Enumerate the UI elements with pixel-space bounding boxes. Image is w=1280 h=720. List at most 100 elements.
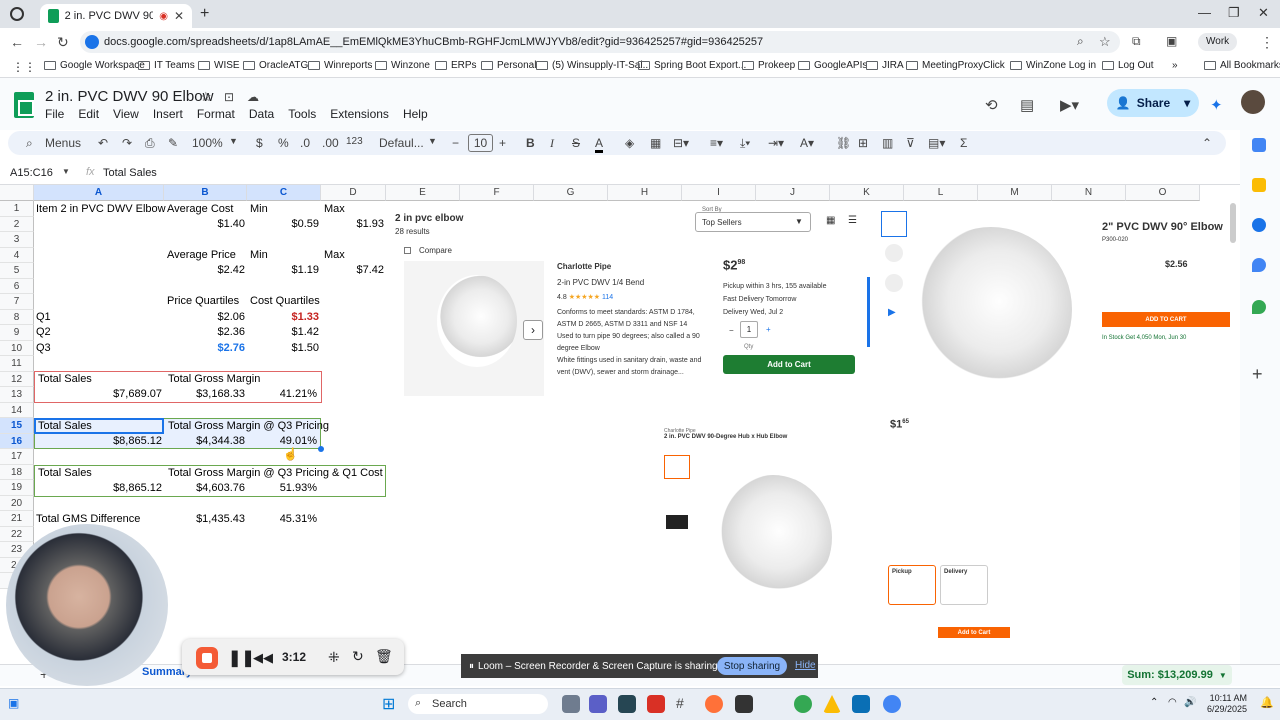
cmd-icon[interactable] — [735, 695, 753, 713]
firefox-icon[interactable] — [705, 695, 723, 713]
row-header[interactable]: 7 — [0, 294, 34, 310]
percent-format[interactable]: % — [278, 136, 289, 150]
tray-overflow-icon[interactable]: ⌃ — [1150, 697, 1158, 708]
column-header[interactable]: F — [460, 185, 534, 201]
chrome-icon[interactable] — [794, 695, 812, 713]
forward-icon[interactable]: → — [34, 34, 48, 50]
row-header[interactable]: 11 — [0, 356, 34, 372]
menu-insert[interactable]: Insert — [153, 107, 183, 121]
cell-c7[interactable]: Cost Quartiles — [248, 294, 322, 310]
site-info-icon[interactable] — [85, 35, 99, 49]
row-header[interactable]: 14 — [0, 402, 34, 418]
pasted-hd-product-image[interactable]: Charlotte Pipe 2 in. PVC DWV 90-Degree H… — [662, 415, 1016, 640]
apps-grid-icon[interactable]: ⋮⋮ — [12, 60, 36, 74]
cell-b21[interactable]: $1,435.43 — [164, 512, 247, 528]
column-header[interactable]: A — [34, 185, 164, 201]
grid-vertical-scrollbar[interactable] — [1230, 203, 1236, 243]
row-header[interactable]: 5 — [0, 263, 34, 279]
edge-icon[interactable] — [852, 695, 870, 713]
zoom-icon[interactable]: ⌕ — [1077, 34, 1084, 49]
slack-icon[interactable]: # — [676, 695, 694, 713]
cell-b19[interactable]: $4,603.76 — [164, 481, 247, 497]
row-header[interactable]: 16 — [0, 433, 34, 449]
valign-icon[interactable]: ⤓▾ — [740, 136, 750, 151]
extensions-icon[interactable]: ⧉ — [1132, 34, 1141, 49]
back-icon[interactable]: ← — [10, 34, 24, 50]
taskbar-search[interactable]: ⌕ Search — [408, 694, 548, 714]
calendar-icon[interactable] — [1252, 138, 1266, 152]
filter-views-icon[interactable]: ▤▾ — [928, 136, 945, 150]
column-header[interactable]: J — [756, 185, 830, 201]
strikethrough-button[interactable]: S — [572, 136, 580, 150]
cell-a16[interactable]: $8,865.12 — [34, 434, 164, 450]
column-header[interactable]: I — [682, 185, 756, 201]
pvc-elbow-image[interactable] — [437, 275, 517, 367]
font-select[interactable]: Defaul... — [379, 136, 424, 150]
cell-c5[interactable]: $1.19 — [247, 263, 321, 279]
widgets-icon[interactable]: ▣ — [8, 696, 19, 710]
compare-checkbox[interactable] — [404, 247, 411, 254]
cell-c9[interactable]: $1.42 — [247, 325, 321, 341]
column-header[interactable]: M — [978, 185, 1052, 201]
font-size-input[interactable]: 10 — [468, 134, 493, 152]
zoom-select[interactable]: 100% — [192, 136, 223, 150]
bookmark-item[interactable]: IT Teams — [138, 60, 195, 71]
cell-a19[interactable]: $8,865.12 — [34, 481, 164, 497]
tasks-icon[interactable] — [1252, 218, 1266, 232]
chart-icon[interactable]: ▥ — [882, 136, 893, 150]
menu-edit[interactable]: Edit — [78, 107, 99, 121]
qty-input[interactable]: 1 — [740, 321, 758, 338]
sum-indicator[interactable]: Sum: $13,209.99 ▼ — [1122, 665, 1232, 685]
bookmark-item[interactable]: (5) Winsupply-IT-Sal... — [536, 60, 651, 71]
bookmark-item[interactable]: MeetingProxyClick — [906, 60, 1005, 71]
cell-b4[interactable]: Average Price — [165, 248, 238, 264]
detail-add-to-cart[interactable]: ADD TO CART — [1102, 312, 1230, 327]
row-header[interactable]: 9 — [0, 325, 34, 341]
column-header[interactable]: C — [247, 185, 321, 201]
cell-b8[interactable]: $2.06 — [164, 310, 247, 326]
minimize-icon[interactable]: — — [1198, 5, 1211, 20]
bookmark-item[interactable]: JIRA — [866, 60, 904, 71]
paint-format-icon[interactable]: ✎ — [168, 136, 178, 150]
bookmarks-overflow-icon[interactable]: » — [1172, 60, 1178, 71]
bookmark-item[interactable]: GoogleAPIs — [798, 60, 867, 71]
cell-b7[interactable]: Price Quartiles — [165, 294, 241, 310]
cell-d4[interactable]: Max — [322, 248, 347, 264]
loom-stop-record-button[interactable] — [196, 647, 218, 669]
zoom-dropdown-icon[interactable]: ▼ — [229, 136, 238, 146]
share-button[interactable]: 👤 Share ▾ — [1107, 89, 1199, 117]
webcam-bubble[interactable] — [6, 524, 168, 686]
column-header[interactable]: L — [904, 185, 978, 201]
meet-icon[interactable]: ▶▾ — [1060, 96, 1079, 114]
cell-c19[interactable]: 51.93% — [247, 481, 319, 497]
row-header[interactable]: 3 — [0, 232, 34, 248]
add-addon-icon[interactable]: + — [1252, 364, 1263, 385]
add-to-cart-button[interactable]: Add to Cart — [723, 355, 855, 374]
row-header[interactable]: 21 — [0, 511, 34, 527]
cell-a9[interactable]: Q2 — [34, 325, 53, 341]
cell-a10[interactable]: Q3 — [34, 341, 53, 357]
avatar[interactable] — [1241, 90, 1265, 114]
spreadsheet-grid[interactable]: A B C D E F G H I J K L M N O 1 2 3 4 5 … — [0, 185, 1240, 655]
contacts-icon[interactable] — [1252, 258, 1266, 272]
cell-b2[interactable]: $1.40 — [164, 217, 247, 233]
bookmark-item[interactable]: Winzone — [375, 60, 430, 71]
cell-c13[interactable]: 41.21% — [247, 387, 319, 403]
search-icon[interactable]: ⌕ — [26, 136, 33, 151]
rotate-icon[interactable]: A▾ — [800, 136, 814, 150]
reload-icon[interactable]: ↻ — [57, 34, 69, 51]
bold-button[interactable]: B — [526, 136, 535, 150]
bookmark-item[interactable]: Prokeep — [742, 60, 795, 71]
hd-add-to-cart[interactable]: Add to Cart — [938, 627, 1010, 638]
menu-view[interactable]: View — [113, 107, 139, 121]
cell-b5[interactable]: $2.42 — [164, 263, 247, 279]
formula-input[interactable]: Total Sales — [103, 167, 157, 179]
browser-tab[interactable]: 2 in. PVC DWV 90 Elbow - G ◉ ✕ — [40, 4, 192, 28]
bookmark-item[interactable]: ERPs — [435, 60, 477, 71]
chrome-menu-icon[interactable]: ⋮ — [1260, 34, 1274, 51]
row-header[interactable]: 4 — [0, 247, 34, 263]
loom-pause-icon[interactable]: ❚❚ — [228, 648, 255, 668]
hd-thumb-active[interactable] — [664, 455, 690, 479]
maps-icon[interactable] — [1252, 300, 1266, 314]
bookmark-item[interactable]: Personal — [481, 60, 536, 71]
